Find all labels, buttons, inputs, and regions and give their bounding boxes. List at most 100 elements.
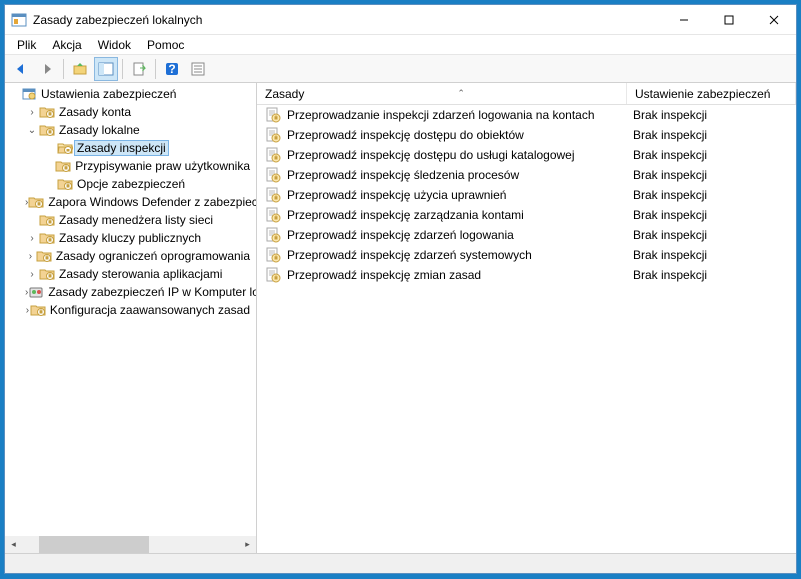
- sort-indicator-icon: ⌃: [304, 88, 618, 99]
- folder-icon: [39, 212, 55, 228]
- tree-item[interactable]: › Zasady ograniczeń oprogramowania: [5, 247, 256, 265]
- policy-icon: [265, 167, 281, 183]
- app-window: Zasady zabezpieczeń lokalnych Plik Akcja…: [4, 4, 797, 574]
- tree-item[interactable]: Opcje zabezpieczeń: [5, 175, 256, 193]
- policy-name: Przeprowadzanie inspekcji zdarzeń logowa…: [285, 108, 625, 122]
- column-header-setting[interactable]: Ustawienie zabezpieczeń: [627, 83, 796, 104]
- menu-file[interactable]: Plik: [9, 36, 44, 54]
- list-row[interactable]: Przeprowadzanie inspekcji zdarzeń logowa…: [257, 105, 796, 125]
- security-root-icon: [21, 86, 37, 102]
- tree-item-label: Zasady zabezpieczeń IP w Komputer lokaln…: [46, 285, 257, 299]
- close-button[interactable]: [751, 5, 796, 34]
- policy-icon: [265, 107, 281, 123]
- back-button[interactable]: [9, 57, 33, 81]
- expand-icon[interactable]: ⌄: [25, 125, 39, 136]
- tree-item[interactable]: ⌄ Zasady lokalne: [5, 121, 256, 139]
- content-area: Ustawienia zabezpieczeń › Zasady konta ⌄ Za…: [5, 83, 796, 553]
- policy-icon: [265, 187, 281, 203]
- folder-icon: [30, 302, 46, 318]
- list-row[interactable]: Przeprowadź inspekcję dostępu do usługi …: [257, 145, 796, 165]
- policy-setting: Brak inspekcji: [625, 168, 796, 182]
- scroll-left-arrow[interactable]: ◂: [5, 536, 22, 553]
- tree-item-label: Konfiguracja zaawansowanych zasad: [48, 303, 252, 317]
- tree-item[interactable]: Zasady menedżera listy sieci: [5, 211, 256, 229]
- policy-setting: Brak inspekcji: [625, 188, 796, 202]
- policy-icon: [265, 227, 281, 243]
- menu-action[interactable]: Akcja: [44, 36, 89, 54]
- list-pane[interactable]: Zasady ⌃ Ustawienie zabezpieczeń Przepro…: [257, 83, 796, 553]
- show-tree-button[interactable]: [94, 57, 118, 81]
- policy-setting: Brak inspekcji: [625, 228, 796, 242]
- statusbar: [5, 553, 796, 573]
- policy-name: Przeprowadź inspekcję śledzenia procesów: [285, 168, 625, 182]
- tree-item-label: Zasady lokalne: [57, 123, 142, 137]
- menu-help[interactable]: Pomoc: [139, 36, 192, 54]
- folder-icon: [28, 284, 44, 300]
- tree-item[interactable]: ›Zapora Windows Defender z zabezpieczeni…: [5, 193, 256, 211]
- list-row[interactable]: Przeprowadź inspekcję użycia uprawnieńBr…: [257, 185, 796, 205]
- expand-icon[interactable]: ›: [25, 269, 39, 280]
- tree-item[interactable]: › Zasady kluczy publicznych: [5, 229, 256, 247]
- policy-name: Przeprowadź inspekcję zdarzeń logowania: [285, 228, 625, 242]
- folder-icon: [28, 194, 44, 210]
- tree-item[interactable]: ›Konfiguracja zaawansowanych zasad: [5, 301, 256, 319]
- tree-item-label: Zasady menedżera listy sieci: [57, 213, 215, 227]
- policy-icon: [265, 247, 281, 263]
- expand-icon[interactable]: ›: [25, 107, 39, 118]
- folder-icon: [36, 248, 52, 264]
- folder-icon: [39, 104, 55, 120]
- export-button[interactable]: [127, 57, 151, 81]
- minimize-button[interactable]: [661, 5, 706, 34]
- tree-item[interactable]: Zasady inspekcji: [5, 139, 256, 157]
- maximize-button[interactable]: [706, 5, 751, 34]
- list-row[interactable]: Przeprowadź inspekcję dostępu do obiektó…: [257, 125, 796, 145]
- tree-item-label: Zasady kluczy publicznych: [57, 231, 203, 245]
- help-button[interactable]: ?: [160, 57, 184, 81]
- tree-item-label: Opcje zabezpieczeń: [75, 177, 187, 191]
- expand-icon[interactable]: ›: [25, 233, 39, 244]
- policy-setting: Brak inspekcji: [625, 108, 796, 122]
- forward-button[interactable]: [35, 57, 59, 81]
- policy-name: Przeprowadź inspekcję zmian zasad: [285, 268, 625, 282]
- expand-icon[interactable]: ›: [25, 251, 36, 262]
- tree-item-label: Zasady ograniczeń oprogramowania: [54, 249, 252, 263]
- tree-item[interactable]: ›Zasady sterowania aplikacjami: [5, 265, 256, 283]
- scroll-right-arrow[interactable]: ▸: [239, 536, 256, 553]
- up-button[interactable]: [68, 57, 92, 81]
- policy-setting: Brak inspekcji: [625, 208, 796, 222]
- policy-name: Przeprowadź inspekcję zdarzeń systemowyc…: [285, 248, 625, 262]
- titlebar[interactable]: Zasady zabezpieczeń lokalnych: [5, 5, 796, 35]
- policy-icon: [265, 127, 281, 143]
- tree-root-label: Ustawienia zabezpieczeń: [39, 87, 178, 101]
- menubar: Plik Akcja Widok Pomoc: [5, 35, 796, 55]
- policy-name: Przeprowadź inspekcję dostępu do usługi …: [285, 148, 625, 162]
- window-title: Zasady zabezpieczeń lokalnych: [33, 13, 661, 27]
- list-row[interactable]: Przeprowadź inspekcję śledzenia procesów…: [257, 165, 796, 185]
- tree-pane[interactable]: Ustawienia zabezpieczeń › Zasady konta ⌄ Za…: [5, 83, 257, 553]
- horizontal-scrollbar[interactable]: ◂ ▸: [5, 536, 256, 553]
- folder-icon: [39, 122, 55, 138]
- tree-item[interactable]: Przypisywanie praw użytkownika: [5, 157, 256, 175]
- policy-icon: [265, 147, 281, 163]
- properties-button[interactable]: [186, 57, 210, 81]
- list-row[interactable]: Przeprowadź inspekcję zdarzeń logowaniaB…: [257, 225, 796, 245]
- menu-view[interactable]: Widok: [90, 36, 139, 54]
- folder-icon: [57, 140, 73, 156]
- policy-name: Przeprowadź inspekcję dostępu do obiektó…: [285, 128, 625, 142]
- tree-item-label: Zasady konta: [57, 105, 133, 119]
- tree-item-label: Zapora Windows Defender z zabezpieczenia…: [46, 195, 257, 209]
- column-header-name[interactable]: Zasady ⌃: [257, 83, 627, 104]
- scroll-thumb[interactable]: [39, 536, 149, 553]
- list-row[interactable]: Przeprowadź inspekcję zarządzania kontam…: [257, 205, 796, 225]
- folder-icon: [39, 266, 55, 282]
- tree-item-label: Zasady inspekcji: [75, 141, 168, 155]
- list-row[interactable]: Przeprowadź inspekcję zdarzeń systemowyc…: [257, 245, 796, 265]
- list-row[interactable]: Przeprowadź inspekcję zmian zasadBrak in…: [257, 265, 796, 285]
- folder-icon: [57, 176, 73, 192]
- tree-item[interactable]: ›Zasady zabezpieczeń IP w Komputer lokal…: [5, 283, 256, 301]
- tree-item[interactable]: › Zasady konta: [5, 103, 256, 121]
- policy-icon: [265, 267, 281, 283]
- tree-root[interactable]: Ustawienia zabezpieczeń: [5, 85, 256, 103]
- app-icon: [11, 12, 27, 28]
- policy-icon: [265, 207, 281, 223]
